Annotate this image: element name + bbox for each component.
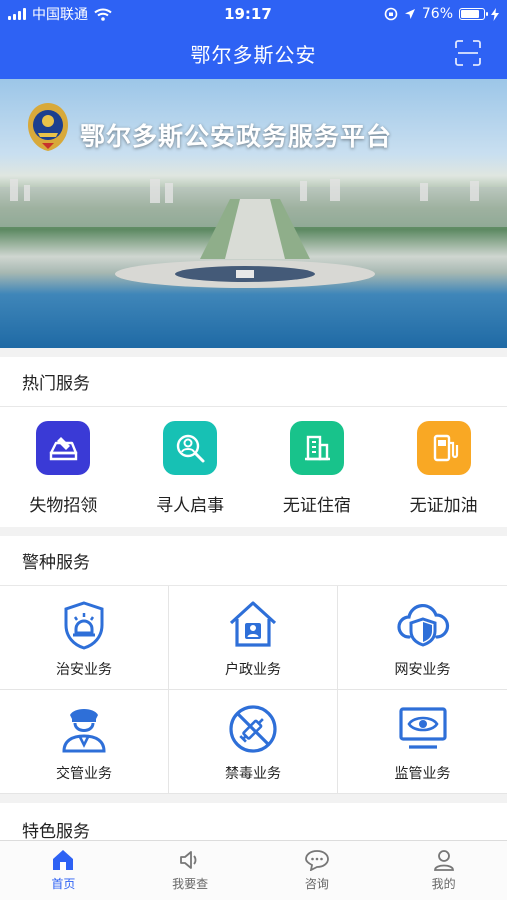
speaker-icon bbox=[180, 851, 197, 869]
police-service-traffic[interactable]: 交管业务 bbox=[0, 690, 169, 794]
hot-service-search-person[interactable]: 寻人启事 bbox=[127, 407, 254, 527]
home-icon bbox=[53, 850, 74, 870]
hot-service-fuel[interactable]: 无证加油 bbox=[380, 407, 507, 527]
police-service-cyber-security[interactable]: 网安业务 bbox=[338, 586, 507, 690]
police-service-label: 禁毒业务 bbox=[225, 765, 281, 782]
traffic-officer-icon bbox=[62, 708, 106, 752]
section-title: 警种服务 bbox=[0, 536, 507, 586]
police-service-public-security[interactable]: 治安业务 bbox=[0, 586, 169, 690]
shield-alarm-icon bbox=[64, 600, 104, 650]
hotel-icon bbox=[289, 421, 344, 475]
tab-label: 咨询 bbox=[304, 877, 329, 891]
special-services-section: 特色服务 bbox=[0, 803, 507, 840]
hot-services-section: 热门服务 失物招领 寻人启事 无证住宿 无证加油 bbox=[0, 357, 507, 527]
carrier-label: 中国联通 bbox=[32, 7, 88, 23]
banner[interactable]: 鄂尔多斯公安政务服务平台 bbox=[0, 79, 507, 348]
cloud-shield-icon bbox=[396, 603, 449, 647]
orientation-lock-icon bbox=[384, 7, 398, 21]
police-service-supervision[interactable]: 监管业务 bbox=[338, 690, 507, 794]
police-emblem-icon bbox=[28, 103, 68, 151]
chat-icon bbox=[304, 850, 329, 871]
signal-icon bbox=[8, 8, 26, 20]
hot-service-label: 失物招领 bbox=[29, 496, 98, 516]
status-bar: 中国联通 19:17 76% bbox=[0, 0, 507, 28]
hot-service-hotel[interactable]: 无证住宿 bbox=[254, 407, 381, 527]
tab-bar: 首页 我要查 咨询 我的 bbox=[0, 840, 507, 900]
scan-icon[interactable] bbox=[455, 40, 481, 66]
section-title: 特色服务 bbox=[0, 803, 507, 840]
battery-fill bbox=[461, 10, 480, 18]
police-services-grid: 治安业务 户政业务 网安业务 交管业务 禁毒业务 监管业务 bbox=[0, 586, 507, 794]
house-person-icon bbox=[229, 600, 277, 647]
tab-label: 首页 bbox=[51, 877, 76, 891]
banner-title: 鄂尔多斯公安政务服务平台 bbox=[80, 122, 393, 151]
wifi-icon bbox=[94, 8, 112, 21]
status-time: 19:17 bbox=[224, 5, 272, 23]
hot-service-label: 寻人启事 bbox=[156, 496, 225, 516]
charging-icon bbox=[491, 7, 499, 21]
police-service-household[interactable]: 户政业务 bbox=[169, 586, 338, 690]
hot-service-lost-found[interactable]: 失物招领 bbox=[0, 407, 127, 527]
police-services-section: 警种服务 治安业务 户政业务 网安业务 交管业务 禁毒业务 监管业务 bbox=[0, 536, 507, 794]
user-icon bbox=[433, 850, 454, 871]
tab-home[interactable]: 首页 bbox=[0, 841, 127, 900]
section-title: 热门服务 bbox=[0, 357, 507, 407]
police-service-label: 治安业务 bbox=[56, 661, 112, 678]
police-service-label: 网安业务 bbox=[394, 661, 451, 678]
police-service-label: 交管业务 bbox=[56, 765, 112, 782]
police-service-anti-drug[interactable]: 禁毒业务 bbox=[169, 690, 338, 794]
police-service-label: 监管业务 bbox=[394, 765, 451, 782]
page-title: 鄂尔多斯公安 bbox=[190, 43, 317, 67]
city-skyline-image bbox=[0, 179, 507, 288]
no-drugs-icon bbox=[229, 704, 277, 753]
tab-mine[interactable]: 我的 bbox=[380, 841, 507, 900]
tab-label: 我的 bbox=[431, 877, 456, 891]
battery-percent: 76% bbox=[421, 6, 453, 22]
search-person-icon bbox=[163, 421, 218, 475]
monitor-eye-icon bbox=[398, 706, 447, 749]
hot-services-grid: 失物招领 寻人启事 无证住宿 无证加油 bbox=[0, 407, 507, 527]
app-header: 鄂尔多斯公安 bbox=[0, 28, 507, 79]
hot-service-label: 无证住宿 bbox=[282, 496, 351, 516]
tab-query[interactable]: 我要查 bbox=[127, 841, 254, 900]
top-bar: 中国联通 19:17 76% 鄂尔多斯公安 bbox=[0, 0, 507, 79]
hot-service-label: 无证加油 bbox=[409, 496, 478, 516]
battery-icon bbox=[459, 8, 488, 20]
police-service-label: 户政业务 bbox=[225, 661, 281, 678]
tab-consult[interactable]: 咨询 bbox=[254, 841, 381, 900]
fuel-icon bbox=[416, 421, 471, 475]
location-icon bbox=[404, 9, 415, 19]
tab-label: 我要查 bbox=[172, 877, 209, 891]
lost-found-icon bbox=[36, 421, 91, 475]
